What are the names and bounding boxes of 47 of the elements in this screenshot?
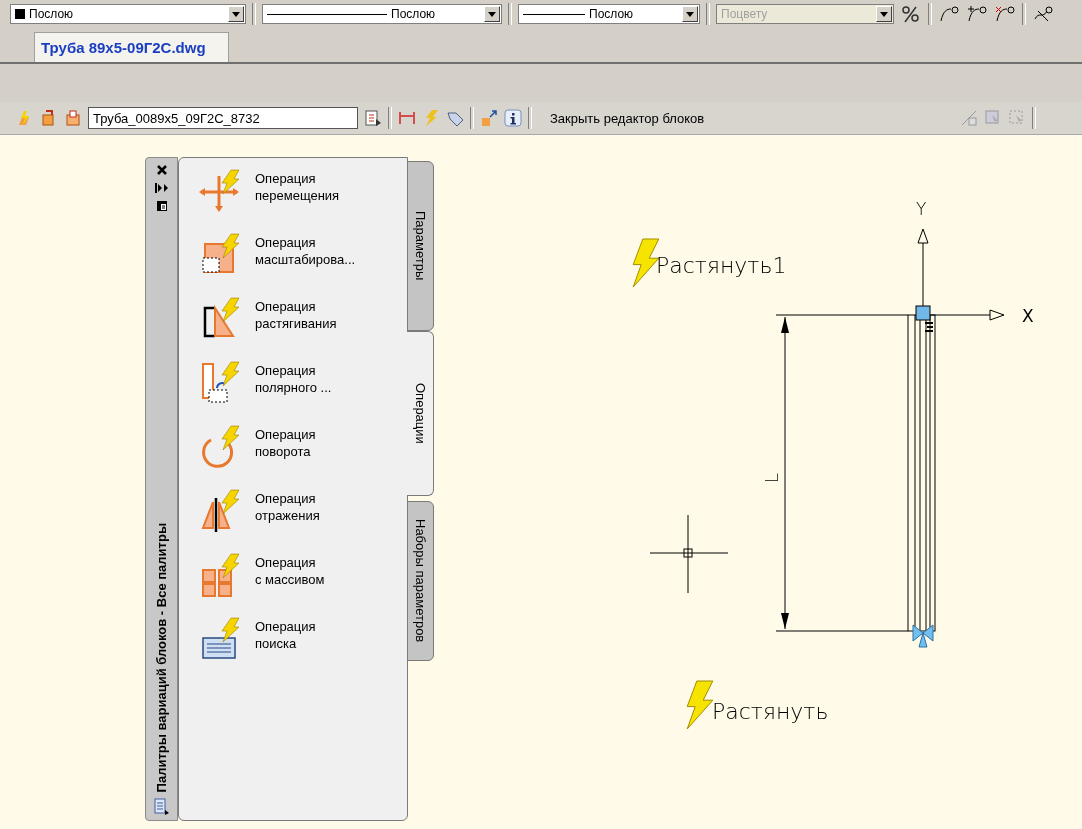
palette-item-label[interactable]: Операция растягивания — [255, 296, 337, 332]
authoring-palettes-icon[interactable] — [364, 109, 382, 127]
palette-item-label[interactable]: Операция полярного ... — [255, 360, 332, 396]
palette-item-label[interactable]: Операция поворота — [255, 424, 316, 460]
dimension-label: L — [761, 472, 782, 483]
curve-network-icon[interactable] — [1032, 5, 1054, 23]
palette-tab[interactable]: Наборы параметров — [407, 501, 434, 661]
line-sample-icon — [523, 12, 585, 16]
palette-item-label[interactable]: Операция масштабирова... — [255, 232, 356, 268]
palette-tab[interactable]: Параметры — [407, 161, 434, 331]
palette-item-label[interactable]: Операция поиска — [255, 616, 316, 652]
close-block-editor-button[interactable]: Закрыть редактор блоков — [544, 108, 711, 128]
palette-item-label[interactable]: Операция отражения — [255, 488, 320, 524]
layer-dropdown[interactable]: Послою — [10, 4, 246, 24]
close-icon[interactable] — [155, 164, 168, 176]
curve-point-icon[interactable] — [938, 5, 960, 23]
palette-item-label[interactable]: Операция с массивом — [255, 552, 325, 588]
lightning-icon — [632, 238, 660, 288]
caret-icon — [686, 11, 694, 17]
line-sample-icon — [267, 12, 387, 16]
block-name-field[interactable]: Труба_0089x5_09Г2С_8732 — [88, 107, 358, 129]
palette-icon[interactable] — [153, 798, 170, 816]
parameter-label: Растянуть — [712, 699, 829, 724]
palette-title: Палитры вариаций блоков - Все палитры — [154, 522, 169, 792]
dimension-icon[interactable] — [398, 109, 416, 127]
lineweight-dropdown[interactable]: Послою — [518, 4, 700, 24]
save-block-as-icon[interactable] — [64, 109, 82, 127]
x-axis-label: X — [1022, 306, 1034, 326]
info-icon[interactable] — [504, 109, 522, 127]
lightning-icon — [686, 680, 714, 730]
caret-icon — [880, 11, 888, 17]
tag-icon[interactable] — [446, 109, 464, 127]
properties-menu-icon[interactable] — [155, 200, 168, 212]
define-attribute-icon[interactable] — [480, 109, 498, 127]
curve-add-point-icon[interactable] — [966, 5, 988, 23]
curve-remove-point-icon[interactable] — [994, 5, 1016, 23]
linetype-dropdown[interactable]: Послою — [262, 4, 502, 24]
caret-icon — [232, 11, 240, 17]
palette-item-label[interactable]: Операция перемещения — [255, 168, 340, 204]
y-axis-label: Y — [916, 199, 927, 219]
swatch-icon — [15, 9, 25, 19]
document-tab[interactable]: Труба 89x5-09Г2С.dwg — [34, 32, 229, 62]
palette-tab[interactable]: Операции — [407, 331, 434, 496]
parameter-label: Растянуть1 — [656, 253, 787, 278]
percent-icon[interactable] — [900, 5, 922, 23]
caret-icon — [488, 11, 496, 17]
auto-hide-icon[interactable] — [154, 182, 169, 194]
